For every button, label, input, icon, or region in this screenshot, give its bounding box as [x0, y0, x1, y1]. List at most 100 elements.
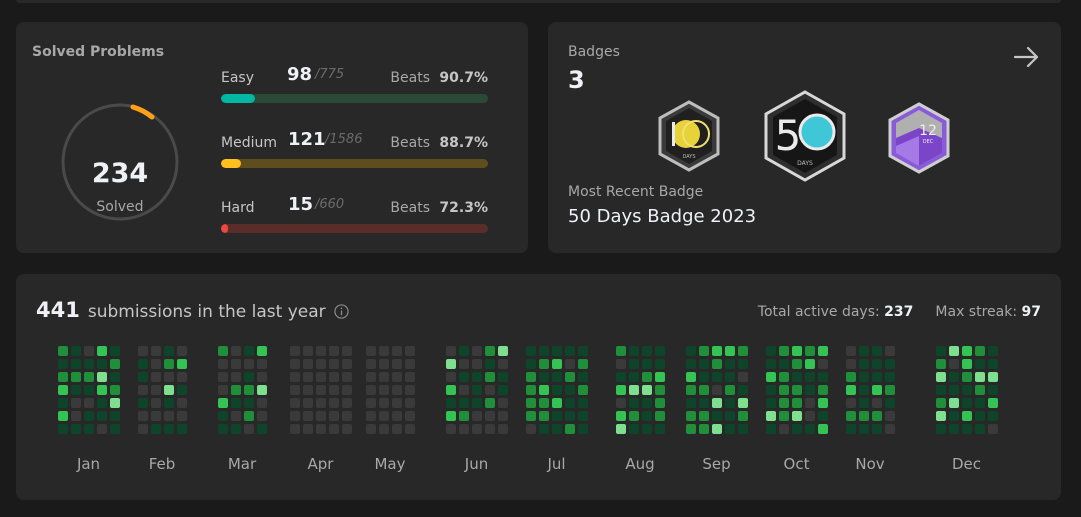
calendar-day-cell[interactable] — [446, 398, 456, 408]
calendar-day-cell[interactable] — [472, 346, 482, 356]
calendar-day-cell[interactable] — [244, 346, 254, 356]
calendar-day-cell[interactable] — [218, 424, 228, 434]
calendar-day-cell[interactable] — [725, 398, 735, 408]
calendar-day-cell[interactable] — [655, 424, 665, 434]
calendar-day-cell[interactable] — [725, 346, 735, 356]
calendar-day-cell[interactable] — [872, 411, 882, 421]
calendar-day-cell[interactable] — [642, 424, 652, 434]
calendar-day-cell[interactable] — [526, 372, 536, 382]
calendar-day-cell[interactable] — [526, 385, 536, 395]
calendar-day-cell[interactable] — [616, 398, 626, 408]
calendar-day-cell[interactable] — [151, 359, 161, 369]
calendar-day-cell[interactable] — [84, 411, 94, 421]
calendar-day-cell[interactable] — [84, 424, 94, 434]
calendar-day-cell[interactable] — [988, 398, 998, 408]
calendar-day-cell[interactable] — [738, 372, 748, 382]
calendar-day-cell[interactable] — [71, 411, 81, 421]
calendar-day-cell[interactable] — [526, 359, 536, 369]
calendar-day-cell[interactable] — [405, 372, 415, 382]
calendar-day-cell[interactable] — [578, 359, 588, 369]
calendar-day-cell[interactable] — [872, 398, 882, 408]
calendar-day-cell[interactable] — [766, 359, 776, 369]
calendar-day-cell[interactable] — [712, 359, 722, 369]
calendar-day-cell[interactable] — [975, 424, 985, 434]
calendar-day-cell[interactable] — [859, 359, 869, 369]
calendar-day-cell[interactable] — [485, 424, 495, 434]
calendar-day-cell[interactable] — [642, 346, 652, 356]
calendar-day-cell[interactable] — [257, 372, 267, 382]
calendar-day-cell[interactable] — [244, 398, 254, 408]
calendar-day-cell[interactable] — [485, 372, 495, 382]
calendar-day-cell[interactable] — [936, 372, 946, 382]
calendar-day-cell[interactable] — [962, 346, 972, 356]
calendar-day-cell[interactable] — [177, 385, 187, 395]
calendar-day-cell[interactable] — [949, 346, 959, 356]
calendar-day-cell[interactable] — [686, 398, 696, 408]
calendar-day-cell[interactable] — [936, 359, 946, 369]
calendar-day-cell[interactable] — [686, 346, 696, 356]
calendar-day-cell[interactable] — [962, 359, 972, 369]
calendar-day-cell[interactable] — [303, 424, 313, 434]
calendar-day-cell[interactable] — [303, 346, 313, 356]
calendar-day-cell[interactable] — [485, 346, 495, 356]
calendar-day-cell[interactable] — [485, 359, 495, 369]
calendar-day-cell[interactable] — [629, 398, 639, 408]
calendar-day-cell[interactable] — [290, 424, 300, 434]
calendar-day-cell[interactable] — [138, 385, 148, 395]
calendar-day-cell[interactable] — [699, 398, 709, 408]
calendar-day-cell[interactable] — [766, 424, 776, 434]
calendar-day-cell[interactable] — [616, 372, 626, 382]
calendar-day-cell[interactable] — [329, 359, 339, 369]
calendar-day-cell[interactable] — [738, 398, 748, 408]
calendar-day-cell[interactable] — [552, 359, 562, 369]
calendar-day-cell[interactable] — [231, 346, 241, 356]
calendar-day-cell[interactable] — [290, 385, 300, 395]
calendar-day-cell[interactable] — [290, 411, 300, 421]
calendar-day-cell[interactable] — [342, 411, 352, 421]
calendar-day-cell[interactable] — [110, 359, 120, 369]
calendar-day-cell[interactable] — [316, 424, 326, 434]
calendar-day-cell[interactable] — [231, 359, 241, 369]
calendar-day-cell[interactable] — [629, 372, 639, 382]
calendar-day-cell[interactable] — [846, 398, 856, 408]
calendar-day-cell[interactable] — [459, 398, 469, 408]
calendar-day-cell[interactable] — [885, 398, 895, 408]
calendar-day-cell[interactable] — [329, 398, 339, 408]
calendar-day-cell[interactable] — [459, 359, 469, 369]
calendar-day-cell[interactable] — [629, 385, 639, 395]
calendar-day-cell[interactable] — [366, 372, 376, 382]
calendar-day-cell[interactable] — [686, 385, 696, 395]
calendar-day-cell[interactable] — [218, 346, 228, 356]
calendar-day-cell[interactable] — [446, 424, 456, 434]
calendar-day-cell[interactable] — [316, 385, 326, 395]
calendar-day-cell[interactable] — [578, 385, 588, 395]
calendar-day-cell[interactable] — [177, 359, 187, 369]
calendar-day-cell[interactable] — [151, 372, 161, 382]
calendar-day-cell[interactable] — [231, 411, 241, 421]
calendar-day-cell[interactable] — [303, 372, 313, 382]
calendar-day-cell[interactable] — [552, 424, 562, 434]
calendar-day-cell[interactable] — [316, 346, 326, 356]
calendar-day-cell[interactable] — [110, 385, 120, 395]
calendar-day-cell[interactable] — [616, 424, 626, 434]
calendar-day-cell[interactable] — [539, 411, 549, 421]
calendar-day-cell[interactable] — [975, 398, 985, 408]
calendar-day-cell[interactable] — [164, 359, 174, 369]
calendar-day-cell[interactable] — [859, 385, 869, 395]
calendar-day-cell[interactable] — [97, 359, 107, 369]
calendar-day-cell[interactable] — [392, 385, 402, 395]
calendar-day-cell[interactable] — [231, 372, 241, 382]
calendar-day-cell[interactable] — [779, 424, 789, 434]
calendar-day-cell[interactable] — [379, 411, 389, 421]
calendar-day-cell[interactable] — [936, 411, 946, 421]
calendar-day-cell[interactable] — [459, 372, 469, 382]
calendar-day-cell[interactable] — [725, 372, 735, 382]
calendar-day-cell[interactable] — [988, 424, 998, 434]
calendar-day-cell[interactable] — [379, 359, 389, 369]
calendar-day-cell[interactable] — [846, 411, 856, 421]
calendar-day-cell[interactable] — [629, 346, 639, 356]
calendar-day-cell[interactable] — [244, 372, 254, 382]
calendar-day-cell[interactable] — [58, 359, 68, 369]
calendar-day-cell[interactable] — [164, 346, 174, 356]
calendar-day-cell[interactable] — [303, 411, 313, 421]
